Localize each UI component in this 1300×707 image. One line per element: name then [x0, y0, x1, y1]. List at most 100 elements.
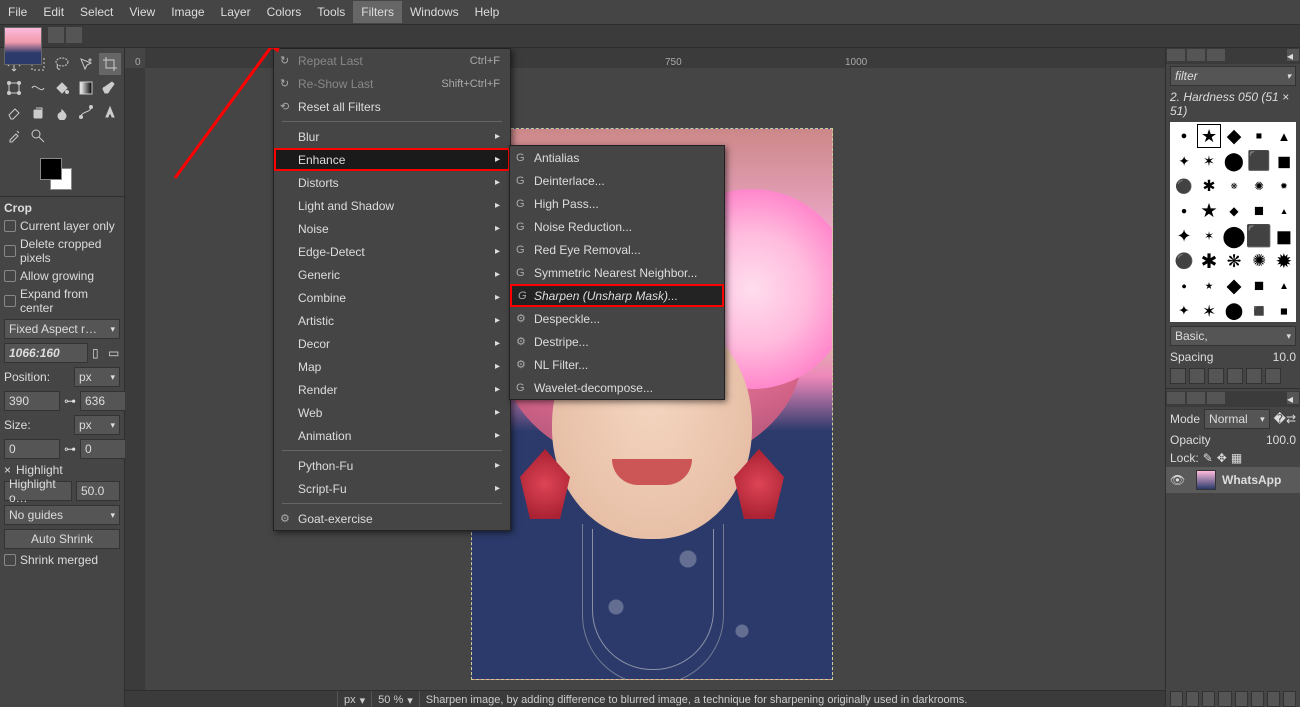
menu-item-combine[interactable]: Combine▸ — [274, 286, 510, 309]
brush-cell[interactable]: ● — [1173, 125, 1195, 147]
brush-preset-select[interactable]: Basic,▾ — [1170, 326, 1296, 346]
menu-item-decor[interactable]: Decor▸ — [274, 332, 510, 355]
brush-cell[interactable]: ● — [1173, 275, 1195, 297]
brush-cell[interactable]: ◆ — [1223, 275, 1245, 297]
menu-filters[interactable]: Filters — [353, 1, 402, 23]
checkbox[interactable] — [4, 220, 16, 232]
transform-tool[interactable] — [3, 77, 25, 99]
edit-brush-icon[interactable] — [1170, 368, 1186, 384]
checkbox[interactable] — [4, 270, 16, 282]
link-icon[interactable]: ⊶ — [64, 391, 76, 411]
layer-group-icon[interactable] — [1186, 691, 1199, 707]
spacing-value[interactable]: 10.0 — [1273, 350, 1296, 364]
brush-cell[interactable]: ★ — [1198, 200, 1220, 222]
size-w-input[interactable]: 0 — [4, 439, 60, 459]
merge-layer-icon[interactable] — [1251, 691, 1264, 707]
brush-cell[interactable]: ✺ — [1248, 250, 1270, 272]
zoom-tool[interactable] — [27, 125, 49, 147]
auto-shrink-button[interactable]: Auto Shrink — [4, 529, 120, 549]
aspect-value-input[interactable]: 1066:160 — [4, 343, 88, 363]
submenu-item-noise-reduction-[interactable]: GNoise Reduction... — [510, 215, 724, 238]
smudge-tool[interactable] — [51, 101, 73, 123]
layers-tab[interactable] — [1167, 392, 1185, 404]
brush-cell[interactable]: ✺ — [1248, 175, 1270, 197]
paths-tab[interactable] — [1207, 392, 1225, 404]
brush-cell[interactable]: ■ — [1248, 200, 1270, 222]
brush-tool[interactable] — [99, 77, 121, 99]
lower-layer-icon[interactable] — [1218, 691, 1231, 707]
submenu-item-high-pass-[interactable]: GHigh Pass... — [510, 192, 724, 215]
brush-cell[interactable]: ◼ — [1273, 150, 1295, 172]
brush-cell[interactable]: ✦ — [1173, 225, 1195, 247]
mask-layer-icon[interactable] — [1267, 691, 1280, 707]
menu-item-enhance[interactable]: Enhance▸ — [274, 148, 510, 171]
menu-help[interactable]: Help — [467, 1, 508, 23]
path-tool[interactable] — [75, 101, 97, 123]
brush-cell[interactable]: ◆ — [1223, 200, 1245, 222]
checkbox[interactable] — [4, 245, 16, 257]
status-unit-select[interactable]: px ▾ — [338, 691, 372, 707]
brush-cell[interactable]: ⬛ — [1248, 225, 1270, 247]
menu-item-render[interactable]: Render▸ — [274, 378, 510, 401]
guides-select[interactable]: No guides▾ — [4, 505, 120, 525]
brush-cell[interactable]: ⚫ — [1173, 250, 1195, 272]
color-swatch[interactable] — [40, 158, 80, 188]
brush-cell[interactable]: ■ — [1248, 275, 1270, 297]
brush-cell[interactable]: ■ — [1248, 125, 1270, 147]
new-layer-icon[interactable] — [1170, 691, 1183, 707]
status-zoom-select[interactable]: 50 % ▾ — [372, 691, 420, 707]
layer-row[interactable]: 👁 WhatsApp — [1166, 467, 1300, 493]
brush-grid[interactable]: ●★◆■▲✦✶⬤⬛◼⚫✱❋✺✹●★◆■▲✦✶⬤⬛◼⚫✱❋✺✹●★◆■▲✦✶⬤⬛◼ — [1170, 122, 1296, 322]
brush-cell[interactable]: ✶ — [1198, 225, 1220, 247]
checkbox[interactable] — [4, 295, 16, 307]
menu-windows[interactable]: Windows — [402, 1, 467, 23]
dup-brush-icon[interactable] — [1208, 368, 1224, 384]
blend-mode-select[interactable]: Normal▾ — [1204, 409, 1270, 429]
menu-item-animation[interactable]: Animation▸ — [274, 424, 510, 447]
color-picker-tool[interactable] — [3, 125, 25, 147]
brush-cell[interactable]: ▲ — [1273, 275, 1295, 297]
size-unit-select[interactable]: px▾ — [74, 415, 120, 435]
menu-item-map[interactable]: Map▸ — [274, 355, 510, 378]
position-unit-select[interactable]: px▾ — [74, 367, 120, 387]
brush-cell[interactable]: ⬛ — [1248, 300, 1270, 322]
submenu-item-red-eye-removal-[interactable]: GRed Eye Removal... — [510, 238, 724, 261]
dock-menu-icon[interactable]: ◂ — [1287, 49, 1299, 61]
portrait-icon[interactable]: ▯ — [92, 346, 104, 360]
brush-cell[interactable]: ◼ — [1273, 300, 1295, 322]
menu-item-artistic[interactable]: Artistic▸ — [274, 309, 510, 332]
position-x-input[interactable]: 390 — [4, 391, 60, 411]
close-icon[interactable]: × — [4, 463, 12, 477]
del-layer-icon[interactable] — [1283, 691, 1296, 707]
highlight-value-input[interactable]: 50.0 — [76, 481, 120, 501]
tab-menu-icon[interactable] — [66, 27, 82, 43]
brush-cell[interactable]: ❋ — [1223, 175, 1245, 197]
menu-item-light-and-shadow[interactable]: Light and Shadow▸ — [274, 194, 510, 217]
aspect-mode-select[interactable]: Fixed Aspect r…▾ — [4, 319, 120, 339]
menu-item-distorts[interactable]: Distorts▸ — [274, 171, 510, 194]
document-thumbnail[interactable] — [4, 27, 42, 65]
brush-cell[interactable]: ⚫ — [1173, 175, 1195, 197]
submenu-item-nl-filter-[interactable]: ⚙NL Filter... — [510, 353, 724, 376]
switch-icon[interactable]: �⇄ — [1274, 412, 1296, 426]
shrink-merged-checkbox[interactable] — [4, 554, 16, 566]
menu-tools[interactable]: Tools — [309, 1, 353, 23]
menu-item-goat-exercise[interactable]: ⚙Goat-exercise — [274, 507, 510, 530]
highlight-mode-select[interactable]: Highlight o… — [4, 481, 72, 501]
brush-cell[interactable]: ✦ — [1173, 300, 1195, 322]
text-tool[interactable] — [99, 101, 121, 123]
refresh-brush-icon[interactable] — [1246, 368, 1262, 384]
submenu-item-deinterlace-[interactable]: GDeinterlace... — [510, 169, 724, 192]
menu-edit[interactable]: Edit — [35, 1, 72, 23]
menu-file[interactable]: File — [0, 1, 35, 23]
bucket-tool[interactable] — [51, 77, 73, 99]
brush-cell[interactable]: ✱ — [1198, 250, 1220, 272]
brush-cell[interactable]: ✶ — [1198, 150, 1220, 172]
menu-item-script-fu[interactable]: Script-Fu▸ — [274, 477, 510, 500]
clone-tool[interactable] — [27, 101, 49, 123]
brush-cell[interactable]: ⬛ — [1248, 150, 1270, 172]
brush-cell[interactable]: ▲ — [1273, 200, 1295, 222]
lock-pixels-icon[interactable]: ✎ — [1203, 451, 1213, 465]
brush-cell[interactable]: ✹ — [1273, 175, 1295, 197]
brush-filter-input[interactable]: filter▾ — [1170, 66, 1296, 86]
